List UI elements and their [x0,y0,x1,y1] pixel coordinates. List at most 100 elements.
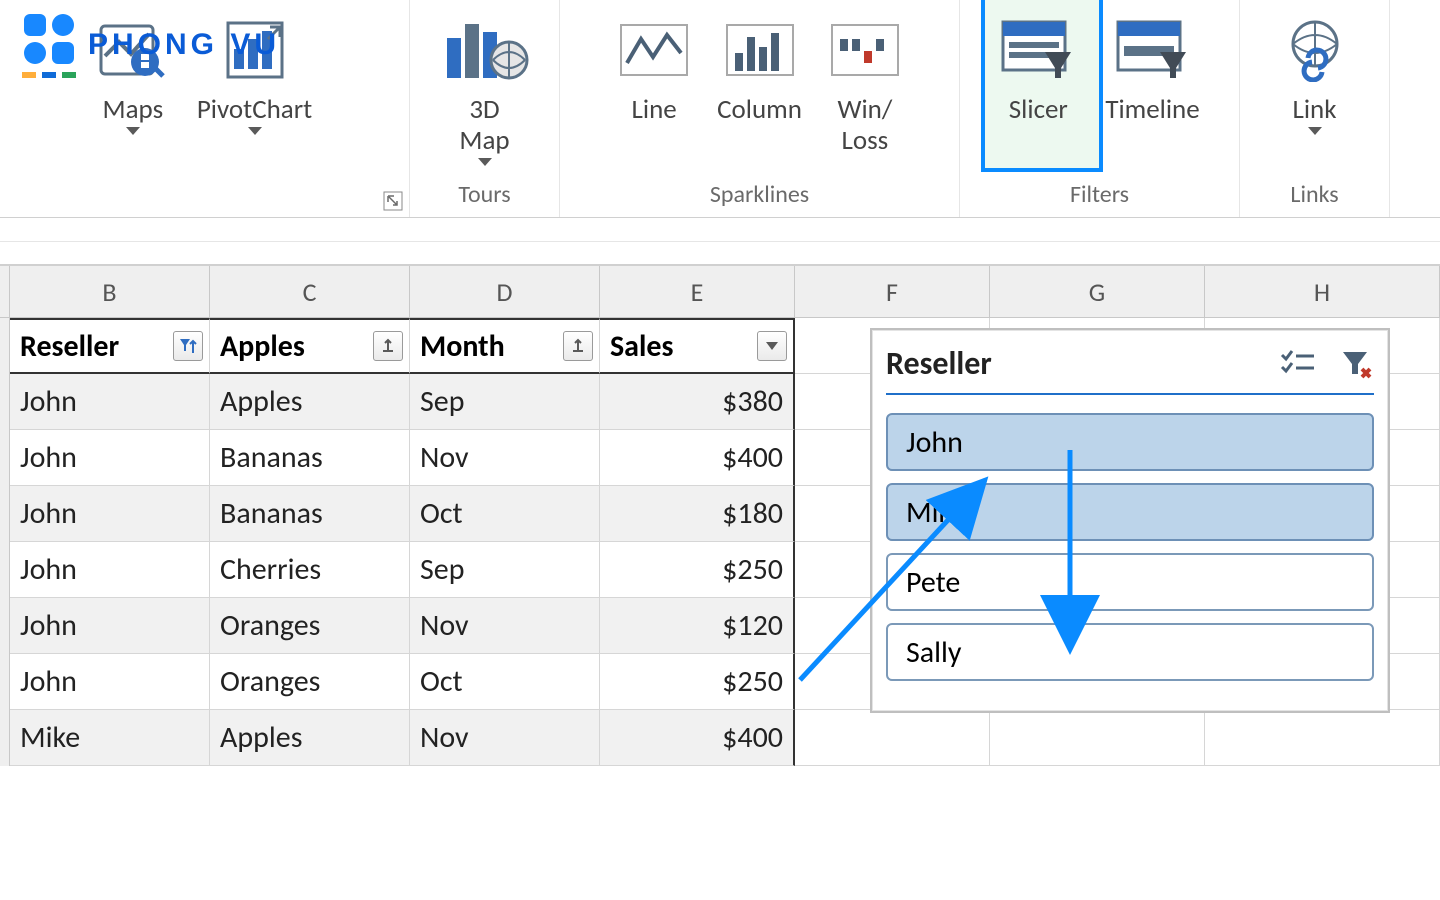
cell-month[interactable]: Sep [410,374,600,430]
slicer-button[interactable]: Slicer [985,4,1091,131]
table-header-apples-label: Apples [220,328,305,365]
cell-product[interactable]: Oranges [210,654,410,710]
slicer-item[interactable]: Mike [886,483,1374,541]
sparkline-winloss-icon [830,8,900,92]
ribbon-group-tours: 3D Map Tours [410,0,560,217]
col-header-g[interactable]: G [990,266,1205,317]
col-header-c[interactable]: C [210,266,410,317]
cell-product[interactable]: Bananas [210,430,410,486]
dropdown-triangle-icon [126,127,140,135]
3d-map-label: 3D Map [459,94,509,156]
table-header-sales[interactable]: Sales [600,318,795,374]
sparkline-winloss-button[interactable]: Win/ Loss [816,4,914,162]
col-header-b[interactable]: B [10,266,210,317]
cell-product[interactable]: Apples [210,710,410,766]
cell-product[interactable]: Apples [210,374,410,430]
empty-cell[interactable] [795,710,990,766]
filter-button-sales[interactable] [757,331,787,361]
3d-map-icon [441,8,529,92]
table-header-sales-label: Sales [610,328,673,365]
slicer-item[interactable]: John [886,413,1374,471]
clear-filter-icon[interactable] [1340,349,1374,379]
cell-sales[interactable]: $250 [600,542,795,598]
spreadsheet-grid[interactable]: B C D E F G H Reseller Apples Month [0,266,1440,900]
filter-button-apples[interactable] [373,331,403,361]
slicer-header: Reseller [886,344,1374,395]
watermark-logo: PHONG VU [22,12,280,78]
group-label-filters: Filters [960,180,1239,217]
timeline-label: Timeline [1105,94,1199,125]
slicer-icon [999,8,1077,92]
slicer-label: Slicer [1009,94,1068,125]
slicer-pane[interactable]: Reseller John Mike Pete Sally [870,328,1390,713]
sparkline-column-icon [725,8,795,92]
link-button[interactable]: Link [1266,4,1364,141]
row-header-gutter [0,266,10,317]
filter-button-month[interactable] [563,331,593,361]
empty-cell[interactable] [1205,710,1440,766]
watermark-dashes [22,72,76,78]
cell-sales[interactable]: $120 [600,598,795,654]
col-header-e[interactable]: E [600,266,795,317]
multiselect-icon[interactable] [1278,349,1316,379]
cell-reseller[interactable]: Mike [10,710,210,766]
cell-product[interactable]: Oranges [210,598,410,654]
dropdown-triangle-icon [1308,127,1322,135]
3d-map-button[interactable]: 3D Map [427,4,543,172]
cell-sales[interactable]: $380 [600,374,795,430]
cell-month[interactable]: Oct [410,654,600,710]
cell-reseller[interactable]: John [10,598,210,654]
cell-reseller[interactable]: John [10,430,210,486]
cell-sales[interactable]: $180 [600,486,795,542]
sparkline-line-icon [619,8,689,92]
sparkline-line-button[interactable]: Line [605,4,703,131]
group-label-tours: Tours [410,180,559,217]
col-header-f[interactable]: F [795,266,990,317]
cell-product[interactable]: Bananas [210,486,410,542]
cell-reseller[interactable]: John [10,374,210,430]
col-header-d[interactable]: D [410,266,600,317]
table-header-month[interactable]: Month [410,318,600,374]
dropdown-triangle-icon [764,340,780,352]
link-label: Link [1292,94,1336,125]
filter-button-reseller[interactable] [173,331,203,361]
table-header-apples[interactable]: Apples [210,318,410,374]
slicer-items-list: John Mike Pete Sally [886,413,1374,681]
cell-sales[interactable]: $250 [600,654,795,710]
dialog-launcher-icon[interactable] [383,191,403,211]
table-row: MikeApplesNov$400 [0,710,1440,766]
cell-month[interactable]: Oct [410,486,600,542]
sparkline-line-label: Line [632,94,677,125]
sparkline-winloss-label: Win/ Loss [837,94,892,156]
table-header-month-label: Month [420,328,505,365]
watermark-text: PHONG VU [88,28,280,62]
dropdown-triangle-icon [478,158,492,166]
col-header-h[interactable]: H [1205,266,1440,317]
cell-month[interactable]: Sep [410,542,600,598]
cell-sales[interactable]: $400 [600,710,795,766]
table-header-reseller-label: Reseller [20,328,119,365]
slicer-item[interactable]: Sally [886,623,1374,681]
cell-month[interactable]: Nov [410,598,600,654]
link-icon [1280,8,1350,92]
cell-reseller[interactable]: John [10,542,210,598]
ribbon-group-filters: Slicer Timeline Filters [960,0,1240,217]
empty-cell[interactable] [990,710,1205,766]
dropdown-triangle-icon [248,127,262,135]
cell-reseller[interactable]: John [10,654,210,710]
cell-month[interactable]: Nov [410,710,600,766]
cell-reseller[interactable]: John [10,486,210,542]
sort-asc-icon [569,337,587,355]
column-headers-row: B C D E F G H [0,266,1440,318]
sort-asc-icon [379,337,397,355]
sparkline-column-button[interactable]: Column [703,4,816,131]
phongvu-logo-icon [22,12,76,66]
table-header-reseller[interactable]: Reseller [10,318,210,374]
cell-sales[interactable]: $400 [600,430,795,486]
filter-active-sort-icon [178,337,198,355]
timeline-button[interactable]: Timeline [1091,4,1213,131]
cell-month[interactable]: Nov [410,430,600,486]
cell-product[interactable]: Cherries [210,542,410,598]
slicer-item[interactable]: Pete [886,553,1374,611]
maps-label: Maps [103,94,164,125]
